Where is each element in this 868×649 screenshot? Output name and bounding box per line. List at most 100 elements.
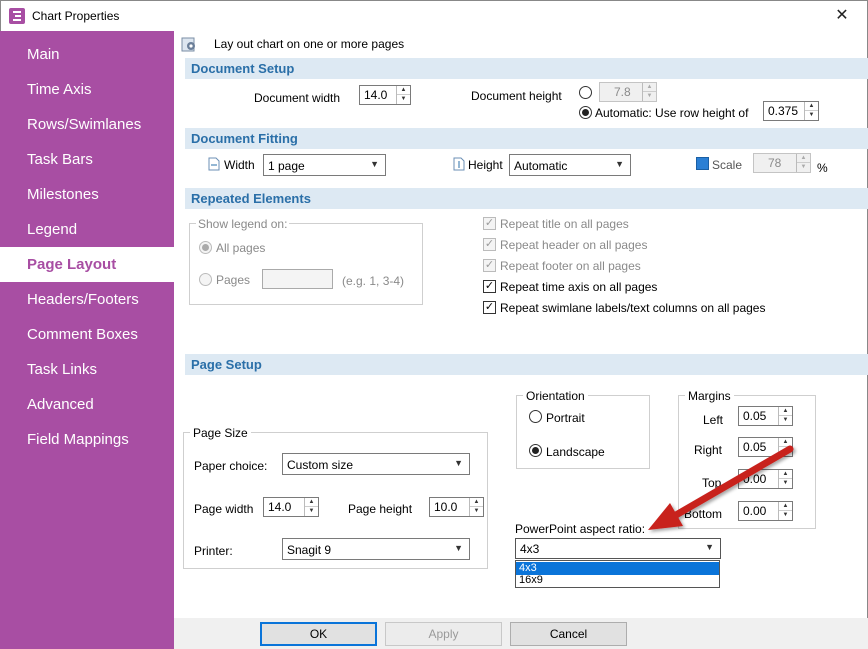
spin-down-icon[interactable]: ▼ <box>779 447 792 456</box>
repeat-swimlane-label: Repeat swimlane labels/text columns on a… <box>500 301 766 315</box>
document-width-value: 14.0 <box>364 88 388 102</box>
document-height-radio[interactable] <box>579 86 592 99</box>
spin-up-icon[interactable]: ▲ <box>779 470 792 479</box>
repeat-time-axis-label: Repeat time axis on all pages <box>500 280 658 294</box>
margin-left-label: Left <box>703 413 724 427</box>
printer-value: Snagit 9 <box>287 543 332 557</box>
fitting-height-select[interactable]: Automatic ▼ <box>509 154 631 176</box>
repeat-footer-label: Repeat footer on all pages <box>500 259 641 273</box>
sidebar-item-legend[interactable]: Legend <box>0 212 174 247</box>
spin-down-icon[interactable]: ▼ <box>470 507 483 516</box>
document-fitting-header: Document Fitting <box>185 128 868 149</box>
scale-label: Scale <box>712 158 743 172</box>
sidebar-item-page-layout[interactable]: Page Layout <box>0 247 174 282</box>
ppt-aspect-value: 4x3 <box>520 542 540 556</box>
document-width-spinner[interactable]: 14.0 ▲ ▼ <box>359 85 411 105</box>
ok-button[interactable]: OK <box>260 622 377 646</box>
spin-down-icon: ▼ <box>800 164 807 170</box>
paper-choice-select[interactable]: Custom size ▼ <box>282 453 470 475</box>
margins-label: Margins <box>685 389 734 403</box>
landscape-label: Landscape <box>546 445 605 459</box>
sidebar-item-time-axis[interactable]: Time Axis <box>0 72 174 107</box>
chevron-down-icon: ▼ <box>615 159 624 169</box>
repeat-title-label: Repeat title on all pages <box>500 217 629 231</box>
spin-up-icon[interactable]: ▲ <box>805 102 818 111</box>
apply-button[interactable]: Apply <box>385 622 502 646</box>
spin-up-icon[interactable]: ▲ <box>305 498 318 507</box>
document-setup-header: Document Setup <box>185 58 868 79</box>
printer-select[interactable]: Snagit 9 ▼ <box>282 538 470 560</box>
margin-right-label: Right <box>694 443 723 457</box>
repeat-swimlane-checkbox[interactable]: ✓ <box>483 301 496 314</box>
ppt-aspect-label: PowerPoint aspect ratio: <box>515 522 646 536</box>
margin-top-spinner[interactable]: 0.00 ▲ ▼ <box>738 469 793 489</box>
spin-down-icon[interactable]: ▼ <box>779 416 792 425</box>
sidebar-item-field-mappings[interactable]: Field Mappings <box>0 422 174 457</box>
cancel-button[interactable]: Cancel <box>510 622 627 646</box>
spin-down-icon[interactable]: ▼ <box>779 511 792 520</box>
ppt-aspect-select[interactable]: 4x3 ▼ <box>515 538 721 559</box>
sidebar-item-milestones[interactable]: Milestones <box>0 177 174 212</box>
sidebar-item-main[interactable]: Main <box>0 37 174 72</box>
scale-spinner: 78 ▲ ▼ <box>753 153 811 173</box>
sidebar-item-comment-boxes[interactable]: Comment Boxes <box>0 317 174 352</box>
legend-pages-hint: (e.g. 1, 3-4) <box>342 274 405 288</box>
spin-down-icon[interactable]: ▼ <box>305 507 318 516</box>
spin-up-icon[interactable]: ▲ <box>779 407 792 416</box>
automatic-row-height-radio[interactable] <box>579 106 592 119</box>
page-height-icon <box>453 157 465 171</box>
ppt-option-16x9[interactable]: 16x9 <box>516 574 719 587</box>
spin-up-icon[interactable]: ▲ <box>397 86 410 95</box>
legend-pages-radio <box>199 273 212 286</box>
spin-up-icon[interactable]: ▲ <box>779 438 792 447</box>
sidebar-item-rows-swimlanes[interactable]: Rows/Swimlanes <box>0 107 174 142</box>
scale-unit: % <box>817 161 828 175</box>
fitting-width-value: 1 page <box>268 159 305 173</box>
paper-choice-label: Paper choice: <box>194 459 268 473</box>
close-icon[interactable]: ✕ <box>827 5 857 27</box>
page-width-spinner[interactable]: 14.0 ▲ ▼ <box>263 497 319 517</box>
page-height-label: Page height <box>348 502 413 516</box>
sidebar-item-task-links[interactable]: Task Links <box>0 352 174 387</box>
window-title: Chart Properties <box>32 9 120 23</box>
repeat-time-axis-checkbox[interactable]: ✓ <box>483 280 496 293</box>
sidebar-item-headers-footers[interactable]: Headers/Footers <box>0 282 174 317</box>
document-width-label: Document width <box>254 91 341 105</box>
spin-up-icon[interactable]: ▲ <box>470 498 483 507</box>
legend-pages-input <box>262 269 333 289</box>
document-height-value: 7.8 <box>614 85 631 99</box>
button-bar: OK Apply Cancel <box>174 618 868 649</box>
gear-icon <box>181 36 197 52</box>
scale-value: 78 <box>768 156 782 170</box>
margin-bottom-spinner[interactable]: 0.00 ▲ ▼ <box>738 501 793 521</box>
sidebar: Main Time Axis Rows/Swimlanes Task Bars … <box>0 31 174 618</box>
sidebar-item-task-bars[interactable]: Task Bars <box>0 142 174 177</box>
legend-all-pages-radio <box>199 241 212 254</box>
page-setup-header: Page Setup <box>185 354 868 375</box>
page-width-value: 14.0 <box>268 500 292 514</box>
fitting-width-select[interactable]: 1 page ▼ <box>263 154 386 176</box>
spin-up-icon: ▲ <box>797 154 810 163</box>
margin-left-spinner[interactable]: 0.05 ▲ ▼ <box>738 406 793 426</box>
intro-text: Lay out chart on one or more pages <box>214 37 405 51</box>
portrait-radio[interactable] <box>529 410 542 423</box>
page-size-label: Page Size <box>190 426 251 440</box>
row-height-spinner[interactable]: 0.375 ▲ ▼ <box>763 101 819 121</box>
sidebar-item-advanced[interactable]: Advanced <box>0 387 174 422</box>
document-height-label: Document height <box>471 89 562 103</box>
paper-choice-value: Custom size <box>287 458 354 472</box>
chevron-down-icon: ▼ <box>454 543 463 553</box>
spin-down-icon[interactable]: ▼ <box>805 111 818 120</box>
spin-down-icon[interactable]: ▼ <box>779 479 792 488</box>
spin-down-icon[interactable]: ▼ <box>397 95 410 104</box>
show-legend-label: Show legend on: <box>196 217 290 231</box>
page-width-icon <box>208 157 220 171</box>
show-legend-group <box>189 223 423 305</box>
spin-up-icon: ▲ <box>643 83 656 92</box>
margin-right-spinner[interactable]: 0.05 ▲ ▼ <box>738 437 793 457</box>
spin-up-icon[interactable]: ▲ <box>779 502 792 511</box>
margin-bottom-value: 0.00 <box>743 504 767 518</box>
landscape-radio[interactable] <box>529 444 542 457</box>
page-height-spinner[interactable]: 10.0 ▲ ▼ <box>429 497 484 517</box>
orientation-label: Orientation <box>523 389 588 403</box>
